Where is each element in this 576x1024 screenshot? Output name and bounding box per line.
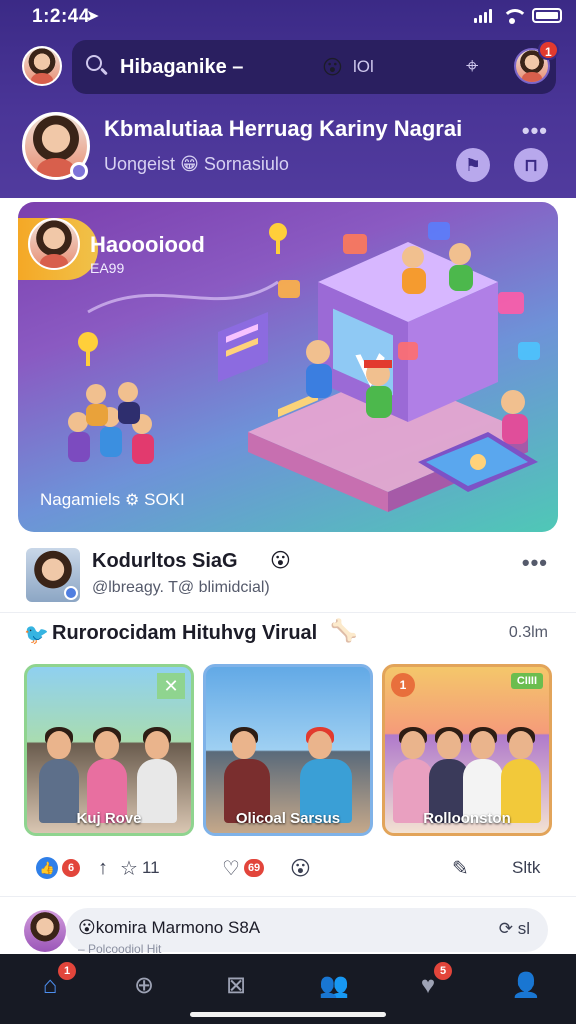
friends-icon[interactable]: 👥 — [314, 966, 354, 1006]
media-card[interactable]: 1 CIIII Rolloonston — [382, 664, 552, 836]
top-header: 1:2:44 ➤ Hibaganike – 😮 lOl ⌖ 1 Kbmaluti… — [0, 0, 576, 198]
like-badge: 6 — [62, 859, 80, 877]
verified-icon — [64, 586, 78, 600]
edit-icon: ✎ — [452, 857, 469, 880]
search-icon[interactable]: ⊕ — [124, 966, 164, 1006]
profile-subtitle-emoji: 😁 — [180, 154, 199, 174]
card-tag: CIIII — [510, 673, 543, 689]
divider — [0, 896, 576, 897]
status-icons — [474, 8, 562, 24]
search-count: lOl — [353, 57, 374, 76]
divider — [0, 612, 576, 613]
share-button[interactable]: Sltk — [512, 852, 540, 884]
profile-subtitle-right: Sornasiulo — [203, 154, 289, 174]
flag-button[interactable]: ⚑ — [456, 148, 490, 182]
refresh-icon[interactable]: ⟳ — [499, 919, 513, 938]
section-count: 0.3lm — [508, 624, 548, 641]
bookmark-button[interactable]: ⊓ — [514, 148, 548, 182]
media-card[interactable]: Olicoal Sarsus — [203, 664, 373, 836]
status-time: 1:2:44 — [32, 6, 90, 27]
like-button[interactable]: 👍 6 — [36, 852, 80, 884]
edit-button[interactable]: ✎ — [452, 852, 469, 884]
star-button[interactable]: ☆ 11 — [120, 852, 160, 884]
profile-name: Kbmalutiaa Herruag Kariny Nagrai — [104, 116, 463, 141]
reaction-button[interactable]: 😮 — [290, 852, 311, 884]
activity-icon[interactable]: ⊠ — [216, 966, 256, 1006]
location-arrow-icon: ➤ — [86, 8, 100, 25]
home-badge: 1 — [58, 962, 76, 980]
hero-footer-count: SOKI — [144, 490, 185, 509]
search-icon — [86, 55, 108, 77]
user-avatar[interactable] — [22, 46, 62, 86]
post-more-icon[interactable]: ••• — [522, 550, 548, 576]
media-card[interactable]: ✕ Kuj Rove — [24, 664, 194, 836]
post-handle: @lbreagy. T@ blimidcial) — [92, 579, 270, 596]
repost-button[interactable]: ↑ — [98, 852, 108, 884]
notifications-badge: 5 — [434, 962, 452, 980]
signal-icon — [474, 8, 492, 23]
hero-avatar[interactable] — [28, 218, 80, 270]
hero-subtitle: EA99 — [90, 260, 125, 276]
thumbs-up-icon: 👍 — [36, 857, 58, 879]
heart-button[interactable]: ♡ 69 — [222, 852, 265, 884]
profile-subtitle: Uongeist 😁 Sornasiulo — [104, 154, 289, 175]
card-label: Kuj Rove — [76, 810, 142, 827]
profile-more-icon[interactable]: ••• — [522, 118, 548, 144]
repost-icon: ↑ — [98, 856, 108, 879]
commenter-avatar[interactable] — [24, 910, 66, 952]
share-label: Sltk — [512, 858, 541, 877]
post-author-name[interactable]: Kodurltos SiaG — [92, 550, 238, 573]
hero-banner[interactable]: Haoooiood EA99 Nagamiels ⚙ SOKI — [18, 202, 558, 532]
search-emoji: 😮 — [322, 57, 343, 79]
messages-badge: 1 — [538, 40, 559, 60]
wifi-icon — [502, 8, 528, 24]
star-icon: ☆ — [120, 857, 138, 880]
profile-icon[interactable]: 👤 — [506, 966, 546, 1006]
section-emoji: 🦴 — [330, 618, 358, 643]
hero-title: Haoooiood — [90, 232, 205, 257]
comment-input[interactable]: 😮komira Marmono S8A – Polcoodiol Hit ⟳ s… — [66, 908, 548, 956]
star-count: 11 — [141, 858, 160, 877]
reaction-emoji: 😮 — [290, 857, 311, 880]
hero-footer-text: Nagamiels — [40, 490, 121, 509]
close-icon[interactable]: ✕ — [157, 673, 185, 699]
pin-icon[interactable]: ⌖ — [466, 55, 488, 77]
hero-footer: Nagamiels ⚙ SOKI — [40, 490, 185, 510]
heart-badge: 69 — [243, 859, 265, 877]
status-bar: 1:2:44 ➤ — [0, 0, 576, 34]
bird-icon: 🐦 — [24, 624, 49, 646]
heart-icon: ♡ — [222, 857, 240, 880]
app-screen: 1:2:44 ➤ Hibaganike – 😮 lOl ⌖ 1 Kbmaluti… — [0, 0, 576, 1024]
gear-icon: ⚙ — [125, 492, 140, 509]
comment-text: 😮komira Marmono S8A — [78, 918, 261, 937]
card-label: Olicoal Sarsus — [235, 810, 341, 827]
profile-subtitle-left: Uongeist — [104, 154, 176, 174]
home-indicator — [190, 1012, 386, 1017]
card-label: Rolloonston — [423, 810, 511, 827]
online-status-icon — [70, 162, 88, 180]
search-input[interactable]: Hibaganike – — [120, 56, 243, 79]
post-actions: 👍 6 ↑ ☆ 11 ♡ 69 😮 ✎ Sltk — [0, 852, 576, 888]
comment-right-label: sl — [517, 919, 530, 938]
section-title: Rurorocidam Hituhvg Virual — [52, 622, 318, 644]
comment-right-text: ⟳ sl — [499, 919, 530, 939]
post-emoji: 😮 — [270, 550, 291, 572]
post-author-avatar[interactable] — [26, 548, 80, 602]
battery-icon — [532, 8, 562, 23]
card-badge: 1 — [391, 673, 415, 697]
